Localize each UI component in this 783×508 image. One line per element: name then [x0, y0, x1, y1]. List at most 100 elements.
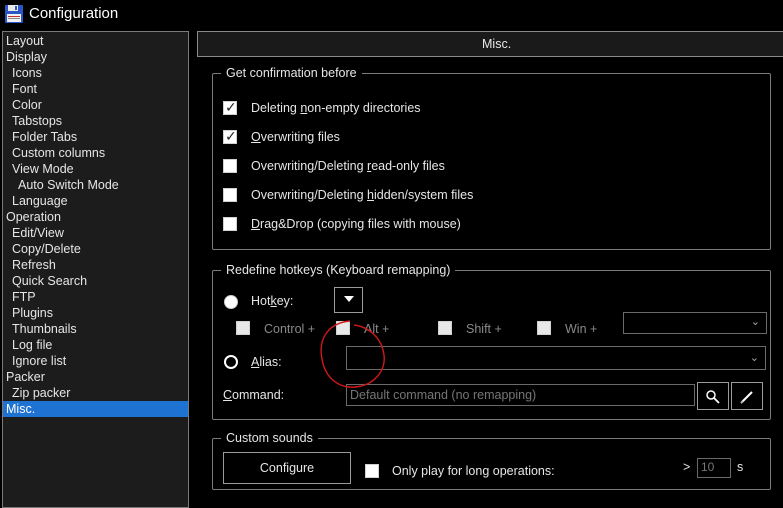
sidebar-item[interactable]: Font	[3, 81, 188, 97]
sidebar-item-label: Folder Tabs	[12, 130, 78, 144]
sounds-group-legend: Custom sounds	[221, 431, 318, 446]
confirm-checkbox[interactable]	[223, 217, 237, 231]
search-command-button[interactable]	[697, 382, 729, 410]
sidebar-item-label: Display	[6, 50, 47, 64]
threshold-input[interactable]: 10	[697, 458, 731, 478]
sidebar-item[interactable]: Tabstops	[3, 113, 188, 129]
configure-sounds-button[interactable]: Configure	[223, 452, 351, 484]
sidebar-item-label: Thumbnails	[12, 322, 77, 336]
confirm-label: Drag&Drop (copying files with mouse)	[251, 217, 461, 231]
page-title: Misc.	[482, 37, 512, 51]
hotkey-radio[interactable]	[224, 295, 238, 309]
sidebar-item[interactable]: Custom columns	[3, 145, 188, 161]
confirm-label-part: Overwriting/Deleting	[251, 159, 368, 173]
alias-radio[interactable]	[224, 355, 238, 369]
confirm-checkbox[interactable]	[223, 159, 237, 173]
confirm-checkbox[interactable]: ✓	[223, 99, 237, 115]
confirm-label: Overwriting/Deleting read-only files	[251, 159, 445, 173]
confirm-label-part: rag&Drop (copying files with mouse)	[260, 217, 461, 231]
sidebar-item-label: Log file	[12, 338, 53, 352]
confirm-label: Overwriting files	[251, 130, 340, 144]
sidebar-item[interactable]: Quick Search	[3, 273, 188, 289]
sidebar-item[interactable]: Misc.	[3, 401, 188, 417]
check-icon: ✓	[225, 128, 237, 144]
confirm-checkbox[interactable]	[223, 188, 237, 202]
confirm-label-part: D	[251, 217, 261, 231]
sidebar-item[interactable]: Zip packer	[3, 385, 188, 401]
confirm-label-part: ead-only files	[371, 159, 445, 173]
long-operations-checkbox[interactable]	[365, 464, 379, 478]
check-icon: ✓	[225, 99, 237, 115]
long-operations-label: Only play for long operations:	[392, 464, 555, 478]
title-bar: Configuration	[0, 0, 783, 28]
modifier-checkbox[interactable]	[537, 321, 551, 335]
modifier-checkbox[interactable]	[438, 321, 452, 335]
modifier-label: Control +	[264, 322, 316, 336]
sidebar-item[interactable]: Language	[3, 193, 188, 209]
confirm-label: Overwriting/Deleting hidden/system files	[251, 188, 473, 202]
sidebar-item-label: FTP	[12, 290, 36, 304]
alias-combo[interactable]: ⌄	[346, 346, 766, 370]
command-input[interactable]	[346, 384, 695, 406]
sidebar-item-label: Tabstops	[12, 114, 63, 128]
sidebar-item[interactable]: Icons	[3, 65, 188, 81]
modifier-label: Alt +	[364, 322, 390, 336]
threshold-prefix: >	[683, 460, 691, 474]
page-title-bar: Misc.	[197, 31, 783, 57]
confirm-label: Deleting non-empty directories	[251, 101, 421, 115]
sidebar-item-label: Auto Switch Mode	[18, 178, 119, 192]
sidebar-item[interactable]: Refresh	[3, 257, 188, 273]
edit-command-button[interactable]	[731, 382, 763, 410]
modifier-checkbox[interactable]	[336, 321, 350, 335]
settings-tree[interactable]: Layout Display Icons Font Color Tabstops Folde…	[2, 31, 189, 508]
sidebar-item[interactable]: Display	[3, 49, 188, 65]
confirm-checkbox[interactable]: ✓	[223, 128, 237, 144]
sidebar-item[interactable]: Auto Switch Mode	[3, 177, 188, 193]
sidebar-item[interactable]: Folder Tabs	[3, 129, 188, 145]
sidebar-item-label: Operation	[6, 210, 61, 224]
modifier-label: Win +	[565, 322, 598, 336]
sidebar-item-label: Font	[12, 82, 38, 96]
sidebar-item[interactable]: FTP	[3, 289, 188, 305]
sidebar-item[interactable]: Ignore list	[3, 353, 188, 369]
modifier-label: Shift +	[466, 322, 502, 336]
sidebar-item-label: Packer	[6, 370, 45, 384]
threshold-unit: s	[737, 460, 744, 474]
sidebar-item-label: Language	[12, 194, 68, 208]
sidebar-item[interactable]: Layout	[3, 33, 188, 49]
magnifier-icon	[706, 390, 720, 404]
alias-label: Alias:	[251, 355, 282, 369]
hotkey-dropdown-button[interactable]	[334, 287, 363, 313]
modifier-checkbox[interactable]	[236, 321, 250, 335]
sidebar-item-label: Zip packer	[12, 386, 71, 400]
sidebar-item[interactable]: Plugins	[3, 305, 188, 321]
floppy-disk-icon	[5, 5, 23, 23]
sidebar-item[interactable]: Packer	[3, 369, 188, 385]
pencil-icon	[740, 391, 753, 405]
sidebar-item[interactable]: Log file	[3, 337, 188, 353]
sidebar-item[interactable]: View Mode	[3, 161, 188, 177]
confirm-label-part: on-empty directories	[307, 101, 421, 115]
key-combo[interactable]: ⌄	[623, 312, 767, 334]
command-label: Command:	[223, 388, 285, 402]
sidebar-item-label: Ignore list	[12, 354, 67, 368]
sidebar-item[interactable]: Thumbnails	[3, 321, 188, 337]
confirm-label-part: idden/system files	[373, 188, 474, 202]
hotkeys-group-legend: Redefine hotkeys (Keyboard remapping)	[221, 263, 456, 278]
hotkey-label: Hotkey:	[251, 294, 294, 308]
sidebar-item-label: Layout	[6, 34, 44, 48]
sidebar-item[interactable]: Edit/View	[3, 225, 188, 241]
confirm-label-part: Overwriting/Deleting	[251, 188, 368, 202]
sidebar-item[interactable]: Operation	[3, 209, 188, 225]
sidebar-item[interactable]: Copy/Delete	[3, 241, 188, 257]
sidebar-item[interactable]: Color	[3, 97, 188, 113]
sidebar-item-label: Custom columns	[12, 146, 106, 160]
confirm-label-part: verwriting files	[260, 130, 340, 144]
sidebar-item-label: Copy/Delete	[12, 242, 81, 256]
sidebar-item-label: Plugins	[12, 306, 53, 320]
sidebar-item-label: View Mode	[12, 162, 74, 176]
confirm-label-part: h	[367, 188, 374, 202]
sidebar-item-label: Icons	[12, 66, 42, 80]
sidebar-item-label: Refresh	[12, 258, 56, 272]
chevron-down-icon: ⌄	[749, 352, 759, 364]
